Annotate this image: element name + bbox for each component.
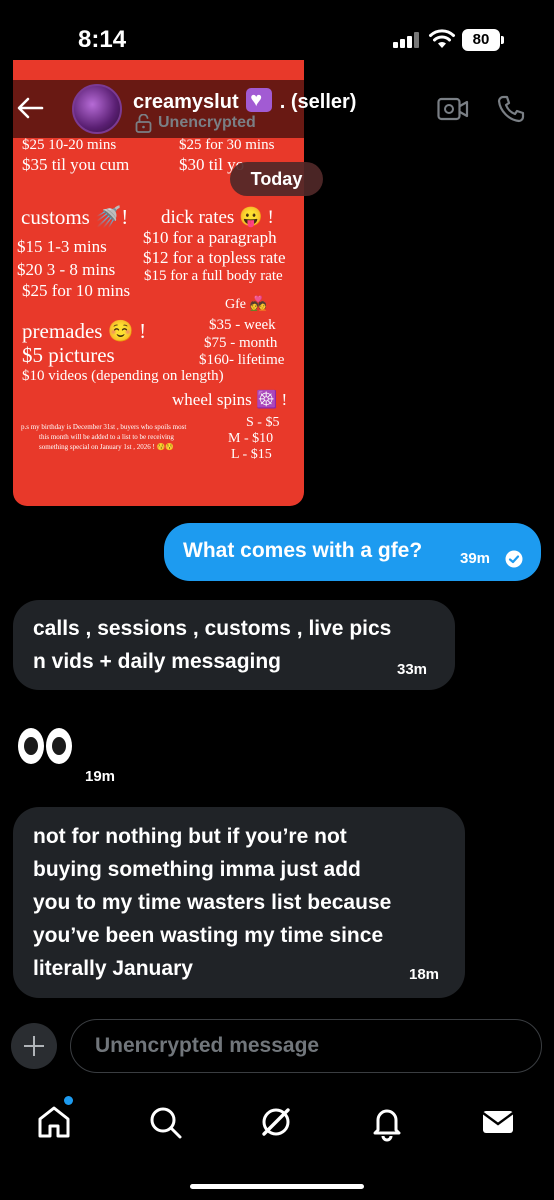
message-input[interactable] — [70, 1019, 542, 1073]
message-text: n vids + daily messaging — [33, 650, 282, 673]
card-text: $15 for a full body rate — [144, 268, 283, 284]
purple-heart-icon — [246, 88, 273, 112]
eyes-emoji-message[interactable] — [18, 728, 74, 768]
message-time: 19m — [85, 768, 116, 785]
card-text: $10 videos (depending on length) — [22, 368, 224, 384]
card-text: $20 3 - 8 mins — [17, 260, 116, 279]
customs-heading: customs 🚿! — [21, 205, 129, 229]
contact-name[interactable]: creamyslut . (seller) — [133, 88, 356, 114]
card-text: $35 til you cum — [22, 155, 130, 174]
card-text: $25 10-20 mins — [22, 137, 117, 153]
wifi-icon — [429, 29, 455, 48]
messages-icon[interactable] — [478, 1102, 518, 1142]
add-attachment-button[interactable] — [11, 1023, 57, 1069]
home-icon[interactable] — [34, 1102, 74, 1142]
gfe-heading: Gfe 💑 — [225, 297, 267, 312]
message-bubble-incoming[interactable]: not for nothing but if you’re not buying… — [13, 807, 465, 998]
message-text: you to my time wasters list because — [33, 891, 392, 914]
contact-suffix: . (seller) — [279, 91, 357, 113]
message-text: literally January — [33, 957, 193, 980]
card-text: S - $5 — [246, 415, 280, 430]
grok-icon[interactable] — [256, 1102, 296, 1142]
eye-icon — [46, 728, 72, 764]
card-text: $25 for 30 mins — [179, 137, 275, 153]
cellular-signal-icon — [393, 32, 419, 48]
message-text: calls , sessions , customs , live pics — [33, 617, 392, 640]
card-text: M - $10 — [228, 431, 274, 446]
contact-name-text: creamyslut — [133, 91, 239, 113]
dick-rates-heading: dick rates 😛 ! — [161, 207, 274, 228]
conversation-header: creamyslut . (seller) Unencrypted — [0, 80, 554, 138]
card-text: L - $15 — [231, 447, 272, 462]
card-text: $5 pictures — [22, 343, 115, 367]
card-footnote: this month will be added to a list to be… — [39, 433, 174, 441]
premades-heading: premades ☺️ ! — [22, 319, 147, 343]
video-call-icon[interactable] — [437, 96, 469, 122]
back-arrow-icon[interactable] — [14, 92, 46, 124]
message-text: not for nothing but if you’re not — [33, 825, 347, 848]
card-footnote: something special on January 1st , 2026 … — [39, 443, 175, 451]
message-bubble-incoming[interactable]: calls , sessions , customs , live pics n… — [13, 600, 455, 690]
message-text: you’ve been wasting my time since — [33, 924, 384, 947]
unread-indicator — [64, 1096, 73, 1105]
wheel-spins-heading: wheel spins ☸️ ! — [172, 390, 288, 409]
search-icon[interactable] — [145, 1102, 185, 1142]
card-text: $35 - week — [209, 317, 276, 333]
message-time: 18m — [409, 966, 440, 983]
read-check-icon — [505, 550, 523, 568]
notifications-icon[interactable] — [367, 1102, 407, 1142]
message-text: buying something imma just add — [33, 858, 361, 881]
encryption-status: Unencrypted — [158, 114, 256, 131]
card-text: $15 1-3 mins — [17, 237, 107, 256]
battery-icon: 80 — [462, 29, 500, 51]
phone-call-icon[interactable] — [496, 94, 526, 124]
card-text: $160- lifetime — [199, 352, 285, 368]
card-text: $10 for a paragraph — [143, 228, 277, 247]
status-time: 8:14 — [78, 26, 127, 53]
card-footnote: p.s my birthday is December 31st , buyer… — [21, 423, 187, 431]
card-text: $12 for a topless rate — [143, 248, 286, 267]
date-separator: Today — [230, 162, 323, 196]
eye-icon — [18, 728, 44, 764]
message-bubble-outgoing[interactable]: What comes with a gfe? 39m — [164, 523, 541, 581]
card-text: $25 for 10 mins — [22, 281, 131, 300]
unlocked-icon — [135, 114, 152, 133]
home-indicator[interactable] — [190, 1184, 364, 1189]
card-text: $75 - month — [204, 335, 278, 351]
battery-tip — [501, 36, 504, 44]
avatar[interactable] — [72, 84, 122, 134]
message-text: What comes with a gfe? — [183, 539, 423, 562]
message-time: 39m — [460, 550, 491, 567]
message-time: 33m — [397, 661, 428, 678]
